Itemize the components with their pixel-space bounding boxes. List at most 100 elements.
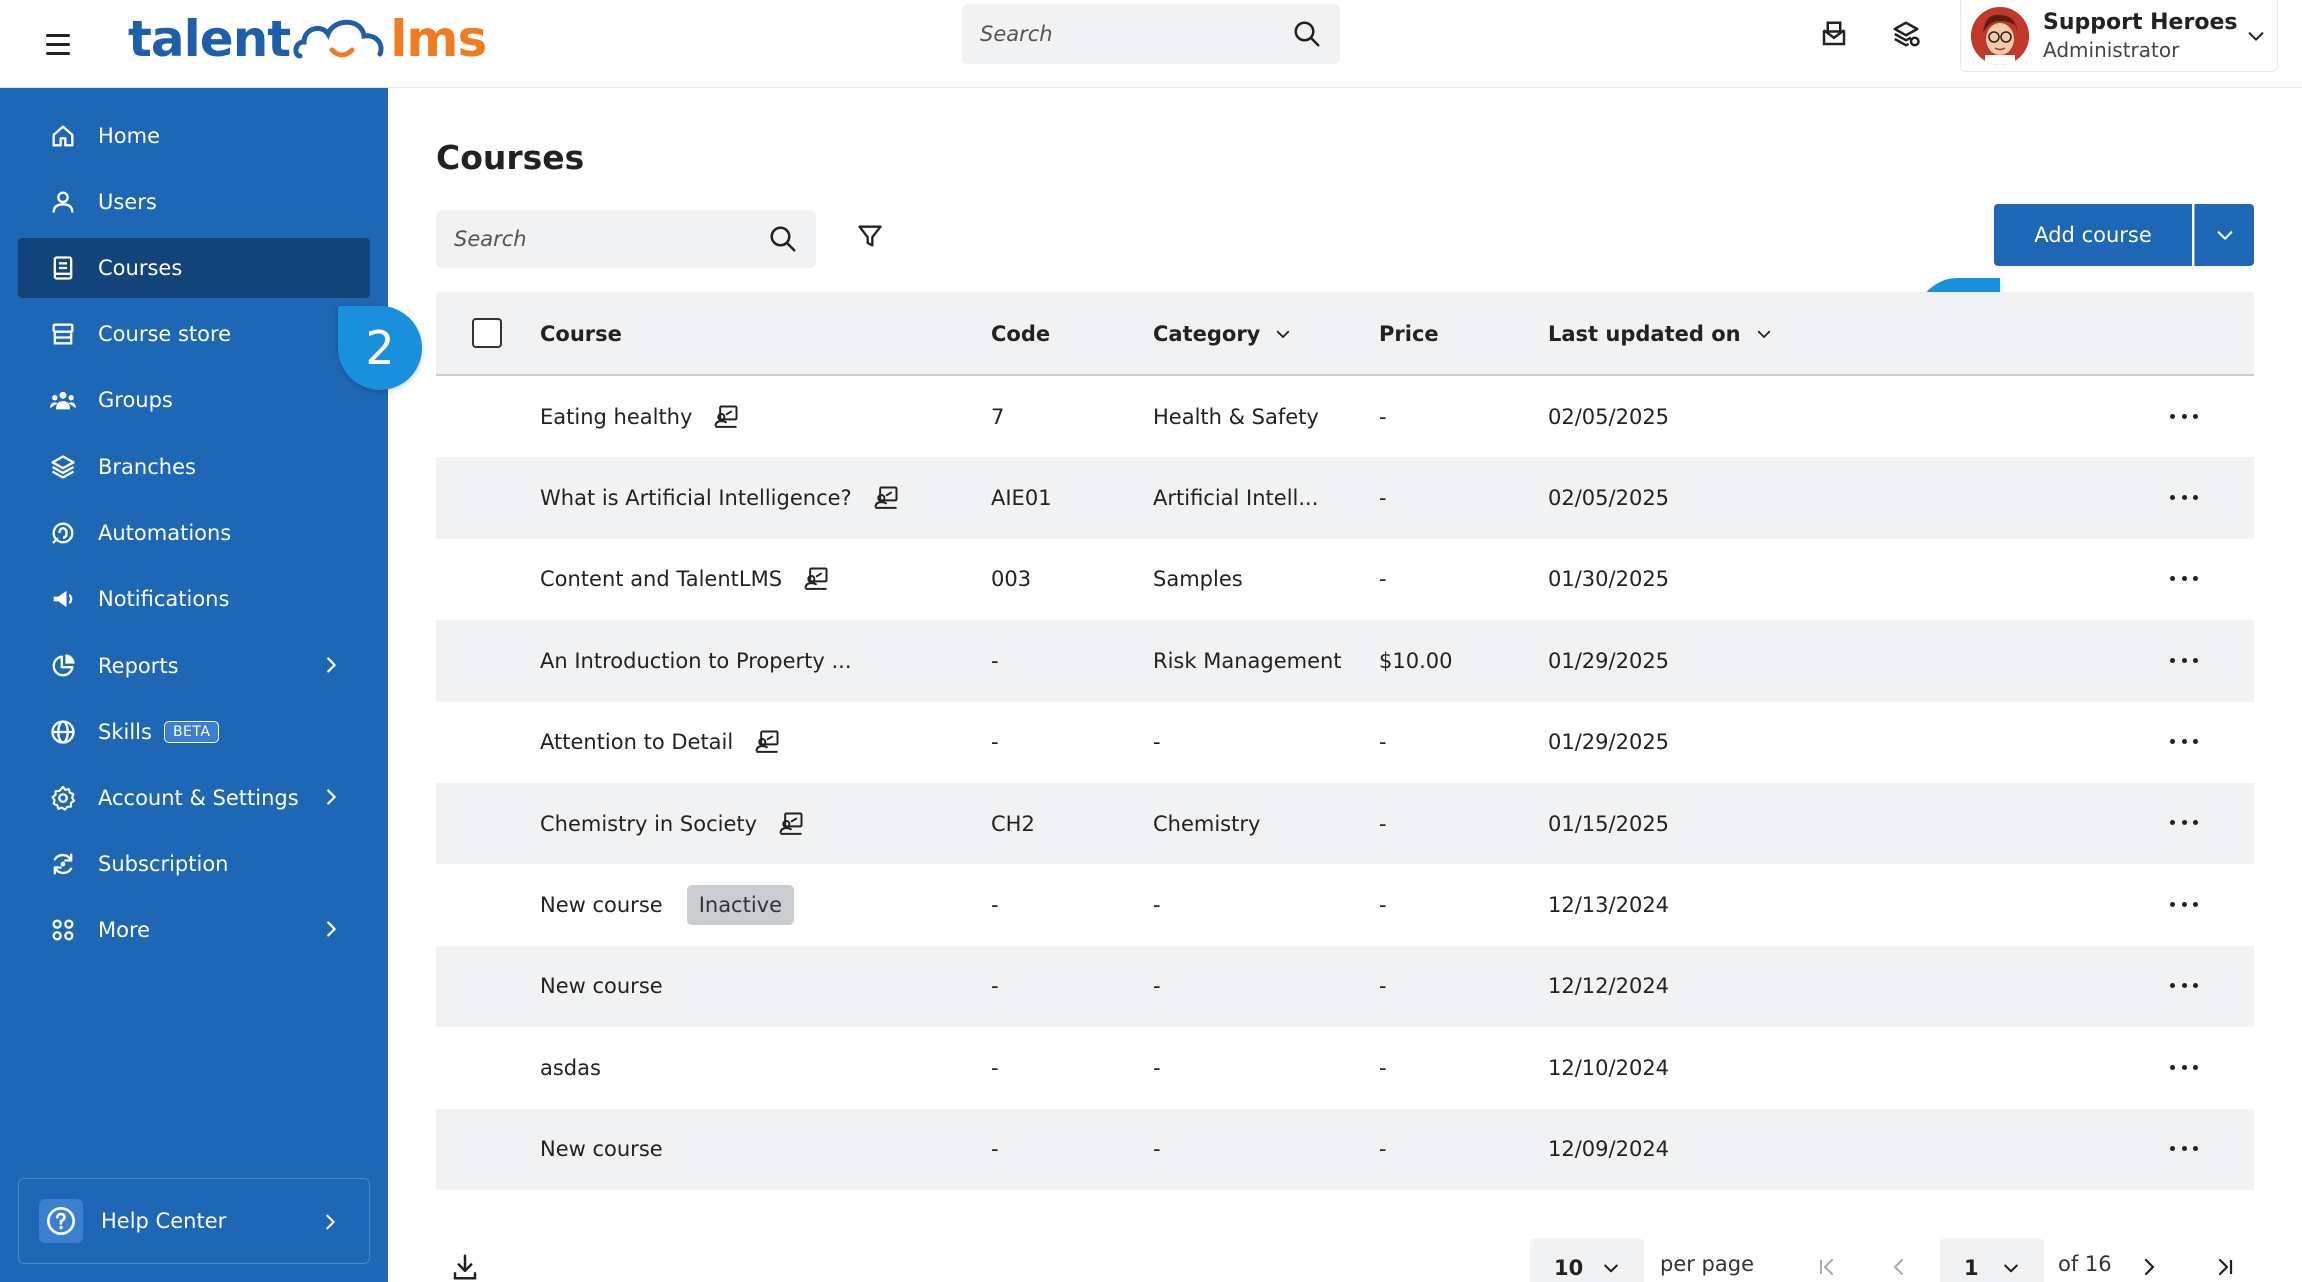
table-body: Eating healthy 7 Health & Safety - 02/05/202… <box>436 376 2254 1190</box>
table-row[interactable]: New course Inactive - - - 12/13/2024 <box>436 864 2254 945</box>
layers-settings-icon[interactable] <box>1888 16 1924 52</box>
add-course-button[interactable]: Add course <box>1994 204 2192 266</box>
cell-course[interactable]: New course <box>540 946 663 1027</box>
messages-icon[interactable] <box>1816 16 1852 52</box>
row-actions-icon[interactable] <box>2170 1055 2198 1079</box>
cell-category: - <box>1153 1055 1161 1080</box>
cell-last-updated: 12/09/2024 <box>1548 1137 1670 1162</box>
user-role: Administrator <box>2043 37 2180 62</box>
table-row[interactable]: Attention to Detail - - - 01/29/2025 <box>436 702 2254 783</box>
sidebar-item-account-settings[interactable]: Account & Settings <box>18 768 370 828</box>
table-row[interactable]: New course - - - 12/12/2024 <box>436 945 2254 1028</box>
sidebar-item-subscription[interactable]: Subscription <box>18 834 370 894</box>
automations-icon <box>48 518 78 548</box>
row-actions-icon[interactable] <box>2170 892 2198 916</box>
column-header-last-updated[interactable]: Last updated on <box>1548 292 1773 376</box>
cell-course[interactable]: An Introduction to Property ... <box>540 620 852 701</box>
sidebar-item-label: Automations <box>98 521 232 545</box>
sidebar-item-skills[interactable]: Skills BETA <box>18 702 370 762</box>
row-actions-icon[interactable] <box>2170 485 2198 509</box>
top-bar: talent lms Search Support Heroes Adminis… <box>0 0 2302 88</box>
chevron-right-icon <box>326 1214 335 1230</box>
cell-last-updated: 01/29/2025 <box>1548 730 1670 755</box>
last-page-icon[interactable] <box>2210 1252 2240 1282</box>
cell-code: 003 <box>991 567 1032 592</box>
row-actions-icon[interactable] <box>2170 567 2198 591</box>
sidebar-item-course-store[interactable]: Course store <box>18 304 370 364</box>
row-actions-icon[interactable] <box>2170 1137 2198 1161</box>
courses-table: Course Code Category Price Last updated … <box>436 292 2254 1190</box>
row-actions-icon[interactable] <box>2170 811 2198 835</box>
sidebar-item-branches[interactable]: Branches <box>18 437 370 497</box>
global-search-input[interactable]: Search <box>962 4 1340 64</box>
instructor-led-icon <box>804 567 828 591</box>
column-header-category[interactable]: Category <box>1153 292 1292 376</box>
column-header-course[interactable]: Course <box>540 292 622 376</box>
add-course-dropdown-button[interactable] <box>2194 204 2254 266</box>
table-row[interactable]: New course - - - 12/09/2024 <box>436 1108 2254 1190</box>
page-select[interactable]: 1 <box>1940 1238 2044 1282</box>
chevron-right-icon <box>327 789 336 805</box>
sidebar-item-more[interactable]: More <box>18 900 370 960</box>
cell-course[interactable]: asdas <box>540 1027 601 1108</box>
cell-course[interactable]: New course Inactive <box>540 864 795 945</box>
row-actions-icon[interactable] <box>2170 648 2198 672</box>
user-menu[interactable]: Support Heroes Administrator <box>1960 0 2278 72</box>
cell-code: - <box>991 974 999 999</box>
sidebar-item-label: Users <box>98 190 157 214</box>
instructor-led-icon <box>874 486 898 509</box>
first-page-icon[interactable] <box>1812 1252 1842 1282</box>
cell-last-updated: 01/30/2025 <box>1548 567 1670 592</box>
sidebar-item-notifications[interactable]: Notifications <box>18 569 370 629</box>
talentlms-logo[interactable]: talent lms <box>128 4 487 74</box>
select-all-checkbox[interactable] <box>472 318 502 348</box>
chevron-down-icon[interactable] <box>2245 25 2267 47</box>
cell-course[interactable]: Eating healthy <box>540 376 740 457</box>
hamburger-menu-icon[interactable] <box>46 22 78 66</box>
row-actions-icon[interactable] <box>2170 404 2198 428</box>
sidebar-item-users[interactable]: Users <box>18 172 370 232</box>
beta-badge: BETA <box>163 721 220 743</box>
sidebar-item-label: Courses <box>98 256 183 280</box>
sidebar-item-label: Skills <box>98 720 152 744</box>
groups-icon <box>48 385 78 415</box>
filter-icon[interactable] <box>852 218 888 254</box>
row-actions-icon[interactable] <box>2170 730 2198 754</box>
home-icon <box>48 121 78 151</box>
cell-course[interactable]: What is Artificial Intelligence? <box>540 457 900 538</box>
cell-course[interactable]: Chemistry in Society <box>540 783 805 864</box>
cell-course[interactable]: Attention to Detail <box>540 702 781 783</box>
column-header-code[interactable]: Code <box>991 292 1050 376</box>
table-row[interactable]: Eating healthy 7 Health & Safety - 02/05/202… <box>436 376 2254 457</box>
download-icon[interactable] <box>450 1252 480 1282</box>
sidebar-item-label: Account & Settings <box>98 786 299 810</box>
next-page-icon[interactable] <box>2134 1252 2164 1282</box>
help-center-button[interactable]: Help Center <box>18 1178 370 1264</box>
cell-course[interactable]: New course <box>540 1109 663 1190</box>
search-icon[interactable] <box>1292 19 1322 49</box>
cell-category: Risk Management <box>1153 648 1342 673</box>
step-callout-2: 2 <box>338 306 422 390</box>
sidebar-item-label: Home <box>98 124 161 148</box>
cell-price: - <box>1379 893 1387 918</box>
table-row[interactable]: What is Artificial Intelligence? AIE01 Art… <box>436 457 2254 539</box>
sidebar-item-automations[interactable]: Automations <box>18 503 370 563</box>
course-search-input[interactable]: Search <box>436 210 816 268</box>
instructor-led-icon <box>714 405 738 428</box>
cell-course[interactable]: Content and TalentLMS <box>540 539 830 620</box>
per-page-select[interactable]: 10 <box>1530 1238 1644 1282</box>
sidebar-item-groups[interactable]: Groups <box>18 370 370 430</box>
sidebar-item-home[interactable]: Home <box>18 106 370 166</box>
sidebar-item-courses[interactable]: Courses <box>18 238 370 298</box>
search-icon[interactable] <box>768 224 798 254</box>
row-actions-icon[interactable] <box>2170 974 2198 998</box>
cell-last-updated: 02/05/2025 <box>1548 486 1670 511</box>
table-row[interactable]: An Introduction to Property ... - Risk Man… <box>436 620 2254 702</box>
previous-page-icon[interactable] <box>1884 1252 1914 1282</box>
sidebar-item-reports[interactable]: Reports <box>18 636 370 696</box>
table-row[interactable]: Content and TalentLMS 003 Samples - 01/30/20… <box>436 539 2254 620</box>
table-row[interactable]: Chemistry in Society CH2 Chemistry - 01/15/2… <box>436 782 2254 865</box>
chevron-right-icon <box>327 921 336 937</box>
column-header-price[interactable]: Price <box>1379 292 1439 376</box>
table-row[interactable]: asdas - - - 12/10/2024 <box>436 1027 2254 1108</box>
